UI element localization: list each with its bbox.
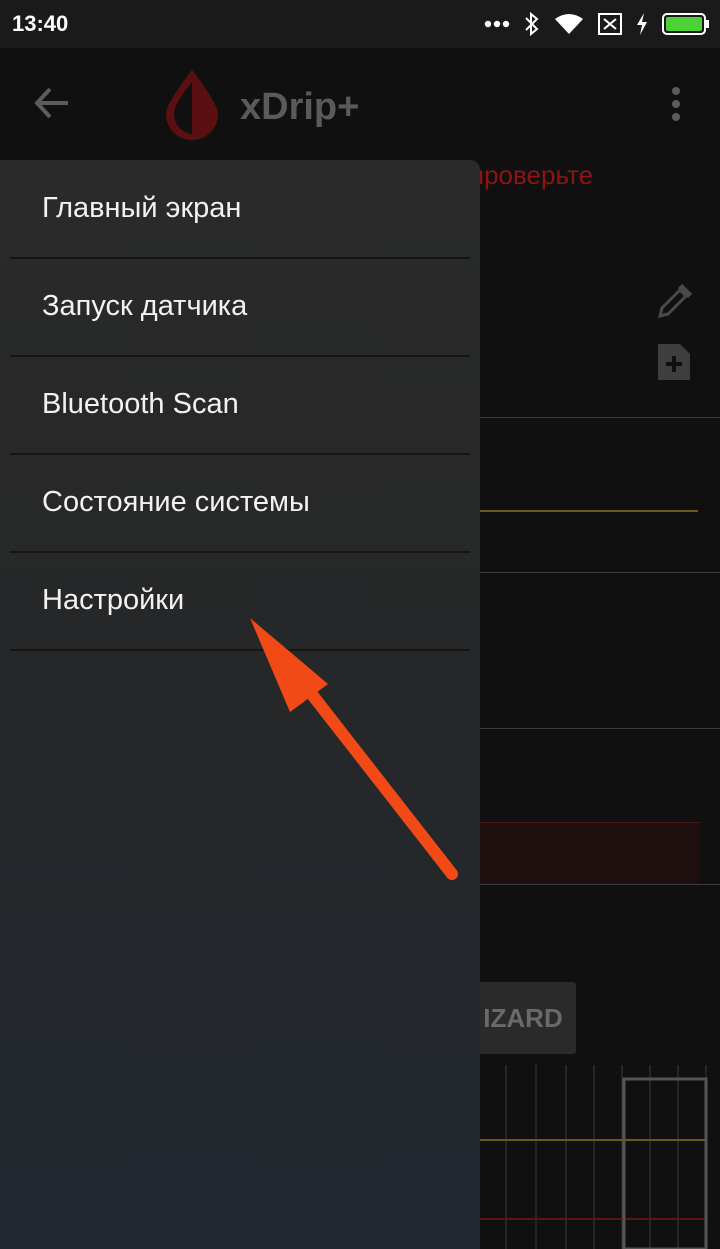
back-arrow-icon[interactable] <box>34 86 70 120</box>
glucose-chart <box>480 1065 708 1249</box>
bolus-wizard-button[interactable]: IZARD <box>470 982 576 1054</box>
alert-text: проверьте <box>470 160 594 190</box>
divider <box>480 728 720 729</box>
drawer-item-label: Состояние системы <box>42 486 310 518</box>
charging-icon <box>637 13 647 35</box>
drawer-item-system-status[interactable]: Состояние системы <box>10 454 470 553</box>
bluetooth-icon <box>525 12 539 36</box>
status-bar: 13:40 <box>0 0 720 48</box>
eyedropper-icon[interactable] <box>656 282 694 320</box>
wifi-icon <box>555 14 583 34</box>
drawer-item-bluetooth-scan[interactable]: Bluetooth Scan <box>10 356 470 455</box>
add-note-icon[interactable] <box>654 342 694 382</box>
divider <box>480 572 720 573</box>
app-bar: xDrip+ <box>0 48 720 160</box>
app-title: xDrip+ <box>240 86 360 128</box>
divider <box>480 417 720 418</box>
target-line <box>480 510 698 512</box>
more-dots-icon <box>484 20 510 28</box>
drawer-item-label: Запуск датчика <box>42 290 248 322</box>
drawer-item-label: Bluetooth Scan <box>42 388 239 420</box>
divider <box>480 884 720 885</box>
drawer-item-start-sensor[interactable]: Запуск датчика <box>10 258 470 357</box>
annotation-arrow-icon <box>250 618 458 880</box>
battery-icon <box>662 13 709 35</box>
status-time: 13:40 <box>12 11 69 36</box>
drawer-item-label: Настройки <box>42 584 185 616</box>
drawer-item-home[interactable]: Главный экран <box>10 160 470 259</box>
blood-drop-logo <box>166 70 218 140</box>
overflow-menu-icon[interactable] <box>668 86 684 122</box>
sim-disabled-icon <box>598 13 622 35</box>
drawer-item-label: Главный экран <box>42 192 242 224</box>
alert-band <box>480 822 700 885</box>
